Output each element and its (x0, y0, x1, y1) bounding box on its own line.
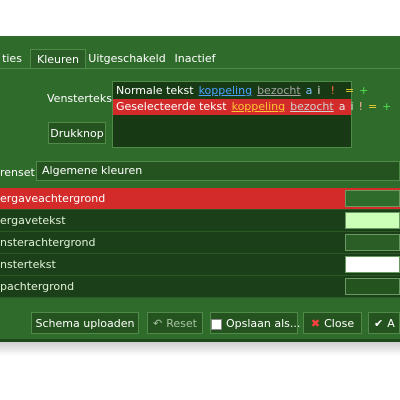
color-swatch[interactable] (345, 278, 400, 295)
upload-scheme-button[interactable]: Schema uploaden (31, 312, 139, 334)
preview-normal-link: koppeling (198, 84, 253, 97)
preview-normal-eq: = (344, 84, 355, 97)
color-swatch[interactable] (345, 212, 400, 229)
checkmark-icon: ✔ (374, 317, 384, 330)
color-role-label: ergaveachtergrond (0, 192, 106, 205)
color-role-list: ergaveachtergrond ergavetekst nsterachte… (0, 188, 400, 298)
preview-selected-visited: bezocht (290, 100, 334, 113)
list-item[interactable]: ergavetekst (0, 210, 400, 232)
preview-selected-eq: = (367, 100, 378, 113)
preview-normal-visited: bezocht (257, 84, 301, 97)
preview-selected-row: Geselecteerde tekst koppeling bezocht a i! = + (113, 99, 391, 115)
apply-button[interactable]: ✔ A (368, 312, 400, 334)
color-role-label: nstertekst (0, 258, 56, 271)
tab-label: Kleuren (36, 53, 80, 66)
color-swatch[interactable] (345, 234, 400, 251)
color-swatch[interactable] (345, 256, 400, 273)
colorset-select[interactable]: Algemene kleuren (36, 161, 400, 181)
window-text-label: Venstertekst (47, 92, 117, 105)
tab-label: Uitgeschakeld (88, 52, 166, 65)
apply-label: A (387, 317, 395, 330)
tab-label: Inactief (174, 52, 216, 65)
color-role-label: pachtergrond (0, 280, 75, 293)
color-preview: Normale tekst koppeling bezocht a i! = + Gesel… (112, 81, 391, 148)
tab-disabled[interactable]: Uitgeschakeld (88, 49, 166, 69)
push-button-sample[interactable]: Drukknop (48, 122, 106, 144)
push-button-label: Drukknop (50, 127, 104, 140)
preview-selected-i: i (350, 100, 354, 113)
color-swatch[interactable] (345, 190, 400, 207)
colorset-value: Algemene kleuren (42, 164, 143, 177)
color-role-label: nsterachtergrond (0, 236, 96, 249)
color-settings-window: ties Kleuren Uitgeschakeld Inactief Vens… (0, 36, 400, 342)
preview-normal-text: Normale tekst (116, 84, 194, 97)
save-as-button[interactable]: Opslaan als... (210, 312, 301, 334)
list-item[interactable]: nsterachtergrond (0, 232, 400, 254)
close-label: Close (324, 317, 355, 330)
reset-button[interactable]: ↶ Reset (147, 312, 203, 334)
close-button[interactable]: ✖ Close (303, 312, 362, 334)
list-item[interactable]: nstertekst (0, 254, 400, 276)
preview-normal-a: a (305, 84, 313, 97)
tab-bar: ties Kleuren Uitgeschakeld Inactief (0, 49, 400, 69)
tab-ties[interactable]: ties (0, 49, 24, 69)
preview-normal-i: i (317, 84, 321, 97)
colorset-label: renset: (0, 166, 39, 179)
save-icon (211, 318, 222, 330)
tab-inactive[interactable]: Inactief (170, 49, 220, 69)
color-role-label: ergavetekst (0, 214, 66, 227)
preview-normal-bang: ! (330, 84, 335, 97)
preview-selected-text: Geselecteerde tekst (116, 100, 227, 113)
upload-scheme-label: Schema uploaden (35, 317, 135, 330)
save-as-label: Opslaan als... (226, 317, 301, 330)
preview-normal-row: Normale tekst koppeling bezocht a i! = + (113, 83, 368, 99)
preview-selected-bang: ! (358, 100, 363, 113)
tab-label: ties (2, 52, 22, 65)
window-shadow (0, 342, 400, 356)
reset-label: Reset (166, 317, 197, 330)
undo-icon: ↶ (153, 317, 163, 330)
close-icon: ✖ (310, 317, 321, 330)
preview-normal-plus: + (359, 84, 369, 97)
preview-selected-link: koppeling (231, 100, 286, 113)
preview-selected-plus: + (382, 100, 392, 113)
tab-divider (0, 68, 400, 69)
list-item[interactable]: pachtergrond (0, 276, 400, 298)
preview-selected-a: a (338, 100, 346, 113)
list-item[interactable]: ergaveachtergrond (0, 188, 400, 210)
tab-colors[interactable]: Kleuren (30, 49, 86, 69)
